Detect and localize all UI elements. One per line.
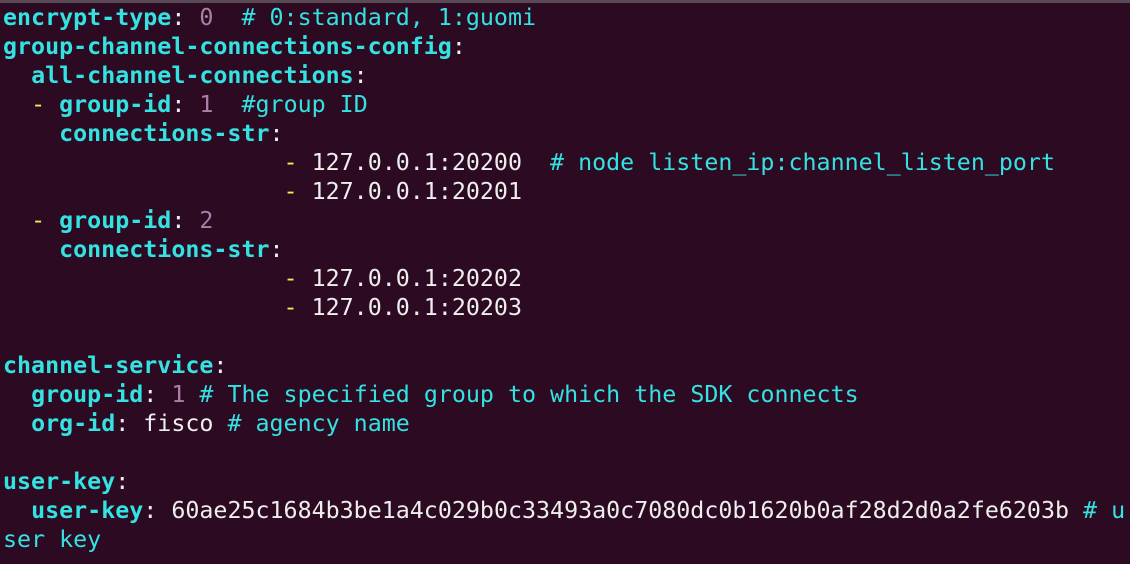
yaml-key: org-id [31,410,116,437]
list-dash: - [283,265,298,292]
colon: : [115,468,130,495]
encrypt-type-line: encrypt-type: 0 # 0:standard, 1:guomi [3,3,1130,32]
connection-address: 127.0.0.1:20200 [311,149,522,176]
connection-line: - 127.0.0.1:20201 [3,177,1130,206]
user-key-section-line: user-key: [3,467,1130,496]
list-dash: - [283,294,298,321]
colon: : [143,497,172,524]
connection-address: 127.0.0.1:20203 [311,294,522,321]
user-key-value-line: user-key: 60ae25c1684b3be1a4c029b0c33493… [3,496,1130,525]
yaml-comment: # The specified group to which the SDK c… [199,381,859,408]
yaml-comment: # u [1083,497,1126,524]
all-channel-connections-line: all-channel-connections: [3,61,1130,90]
terminal-window[interactable]: encrypt-type: 0 # 0:standard, 1:guomi gr… [0,0,1130,564]
colon: : [213,352,228,379]
yaml-key: group-id [31,381,144,408]
connection-address: 127.0.0.1:20201 [311,178,522,205]
user-key-wrap-line: ser key [3,525,1130,554]
connection-address: 127.0.0.1:20202 [311,265,522,292]
connections-str-line: connections-str: [3,235,1130,264]
group-id-line: - group-id: 1 #group ID [3,90,1130,119]
yaml-number: 2 [199,207,214,234]
connection-line: - 127.0.0.1:20200 # node listen_ip:chann… [3,148,1130,177]
list-dash: - [31,207,60,234]
list-dash: - [283,178,298,205]
colon: : [353,62,368,89]
connections-str-line: connections-str: [3,119,1130,148]
yaml-key: all-channel-connections [31,62,354,89]
yaml-comment: # agency name [227,410,410,437]
yaml-key: group-id [59,91,172,118]
yaml-value: fisco [143,410,214,437]
colon: : [451,33,466,60]
group-id-line: - group-id: 2 [3,206,1130,235]
yaml-key: connections-str [59,120,270,147]
yaml-comment: #group ID [241,91,368,118]
yaml-number: 0 [199,4,214,31]
yaml-value: 60ae25c1684b3be1a4c029b0c33493a0c7080dc0… [171,497,1070,524]
service-group-id-line: group-id: 1 # The specified group to whi… [3,380,1130,409]
yaml-key: user-key [3,468,116,495]
list-dash: - [283,149,298,176]
colon: : [269,236,284,263]
colon: : [171,207,200,234]
colon: : [269,120,284,147]
yaml-comment: ser key [3,526,102,553]
yaml-comment: # node listen_ip:channel_listen_port [550,149,1055,176]
service-org-id-line: org-id: fisco # agency name [3,409,1130,438]
yaml-key: group-channel-connections-config [3,33,452,60]
colon: : [143,381,172,408]
yaml-number: 1 [199,91,214,118]
yaml-key: group-id [59,207,172,234]
colon: : [115,410,144,437]
connection-line: - 127.0.0.1:20203 [3,293,1130,322]
colon: : [171,91,200,118]
yaml-key: user-key [31,497,144,524]
yaml-comment: # 0:standard, 1:guomi [241,4,537,31]
colon: : [171,4,200,31]
connection-line: - 127.0.0.1:20202 [3,264,1130,293]
yaml-key: connections-str [59,236,270,263]
list-dash: - [31,91,60,118]
group-channel-config-line: group-channel-connections-config: [3,32,1130,61]
yaml-key: channel-service [3,352,214,379]
yaml-number: 1 [171,381,186,408]
channel-service-line: channel-service: [3,351,1130,380]
yaml-key: encrypt-type [3,4,172,31]
